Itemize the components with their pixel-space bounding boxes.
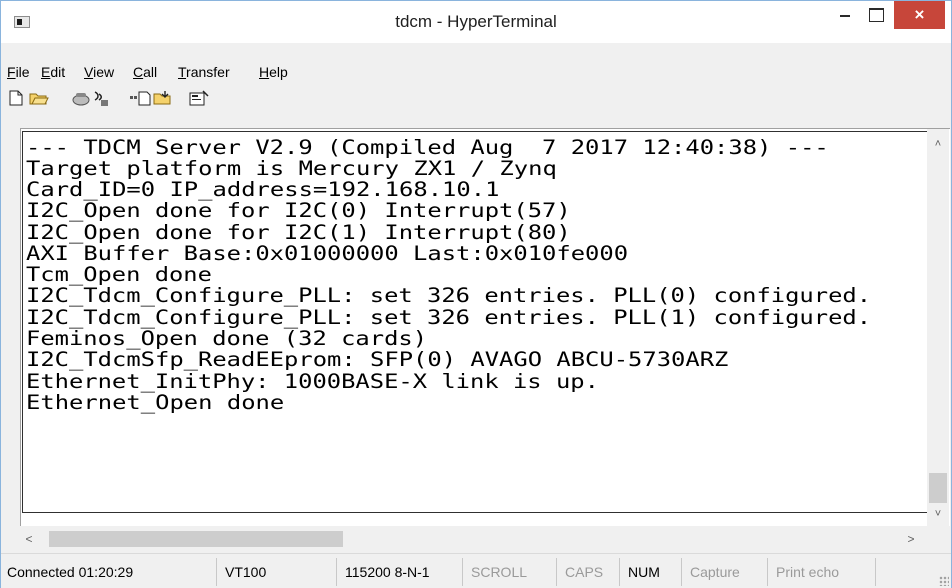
- disconnect-icon[interactable]: [91, 90, 111, 108]
- hyperterminal-window: tdcm - HyperTerminal × File Edit View Ca…: [0, 0, 952, 588]
- menu-help[interactable]: Help: [259, 64, 288, 80]
- terminal-line: AXI Buffer Base:0x01000000 Last:0x010fe0…: [26, 242, 629, 265]
- close-icon: ×: [914, 5, 925, 24]
- terminal-line: I2C_Open done for I2C(1) Interrupt(80): [26, 221, 571, 244]
- horizontal-scrollbar[interactable]: < >: [20, 528, 949, 550]
- terminal-line: Ethernet_Open done: [26, 391, 285, 414]
- maximize-button[interactable]: [861, 1, 891, 29]
- properties-icon[interactable]: [189, 90, 209, 108]
- terminal-line: I2C_TdcmSfp_ReadEEprom: SFP(0) AVAGO ABC…: [26, 348, 729, 371]
- menu-file[interactable]: File: [7, 64, 30, 80]
- scroll-down-icon[interactable]: ˅: [927, 505, 949, 523]
- status-caps: CAPS: [559, 558, 620, 586]
- scroll-right-icon[interactable]: >: [902, 528, 920, 550]
- terminal-line: Card_ID=0 IP_address=192.168.10.1: [26, 178, 500, 201]
- open-folder-icon[interactable]: [29, 90, 49, 108]
- vertical-scroll-thumb[interactable]: [929, 473, 947, 503]
- resize-grip-icon[interactable]: [939, 576, 949, 586]
- terminal-line: I2C_Open done for I2C(0) Interrupt(57): [26, 199, 571, 222]
- scroll-up-icon[interactable]: ˄: [927, 135, 949, 153]
- status-scroll: SCROLL: [465, 558, 557, 586]
- toolbar: [1, 84, 951, 114]
- status-print-echo: Print echo: [770, 558, 876, 586]
- vertical-scrollbar[interactable]: ˄ ˅: [927, 129, 949, 528]
- window-title: tdcm - HyperTerminal: [395, 12, 557, 31]
- terminal-line: --- TDCM Server V2.9 (Compiled Aug 7 201…: [26, 136, 829, 159]
- menu-call[interactable]: Call: [133, 64, 157, 80]
- terminal-line: Feminos_Open done (32 cards): [26, 327, 428, 350]
- close-button[interactable]: ×: [894, 1, 945, 29]
- title-bar[interactable]: tdcm - HyperTerminal ×: [1, 1, 951, 43]
- status-connection: Connected 01:20:29: [1, 558, 217, 586]
- menu-transfer[interactable]: Transfer: [178, 64, 230, 80]
- minimize-button[interactable]: [830, 1, 860, 29]
- terminal-line: Ethernet_InitPhy: 1000BASE-X link is up.: [26, 370, 599, 393]
- terminal-line: I2C_Tdcm_Configure_PLL: set 326 entries.…: [26, 284, 872, 307]
- menu-edit[interactable]: Edit: [41, 64, 65, 80]
- phone-call-icon[interactable]: [71, 90, 91, 108]
- status-capture: Capture: [684, 558, 768, 586]
- menu-view[interactable]: View: [84, 64, 114, 80]
- terminal-line: I2C_Tdcm_Configure_PLL: set 326 entries.…: [26, 306, 872, 329]
- status-emulation: VT100: [219, 558, 337, 586]
- status-num: NUM: [622, 558, 682, 586]
- horizontal-scroll-thumb[interactable]: [49, 531, 343, 547]
- terminal-line: Target platform is Mercury ZX1 / Zynq: [26, 157, 557, 180]
- status-port-settings: 115200 8-N-1: [339, 558, 463, 586]
- menu-bar: File Edit View Call Transfer Help: [1, 60, 951, 82]
- scroll-left-icon[interactable]: <: [20, 528, 38, 550]
- receive-file-icon[interactable]: [153, 90, 173, 108]
- status-bar: Connected 01:20:29 VT100 115200 8-N-1 SC…: [1, 553, 951, 588]
- send-file-icon[interactable]: [129, 90, 151, 108]
- terminal-line: Tcm_Open done: [26, 263, 212, 286]
- new-document-icon[interactable]: [6, 90, 26, 108]
